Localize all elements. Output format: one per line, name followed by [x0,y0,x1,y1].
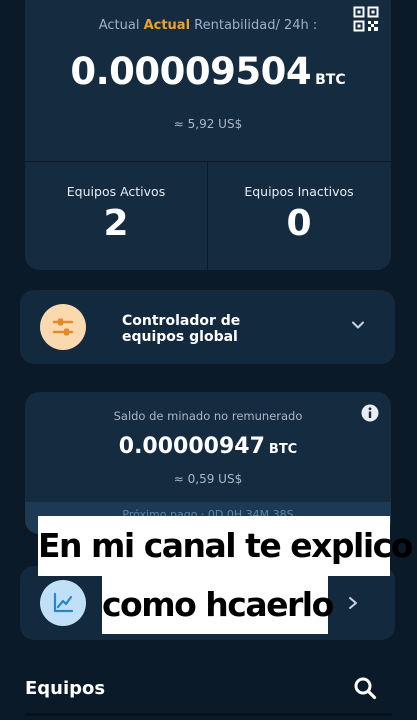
qr-code-icon[interactable] [353,6,379,32]
profitability-prefix: Actual [98,18,144,33]
caption-line-1: En mi canal te explico [38,516,413,576]
btc-unit: BTC [315,72,346,88]
divider [25,713,392,716]
chevron-right-icon[interactable] [347,596,359,610]
chart-line-icon [53,592,74,613]
inactive-devices-label: Equipos Inactivos [244,184,354,199]
divider [25,161,391,162]
balance-card: Actual Actual Rentabilidad/ 24h : 0.0000… [25,0,391,270]
inactive-devices-count: 0 [286,203,312,244]
active-devices-count: 2 [103,203,129,244]
profitability-label: Actual Actual Rentabilidad/ 24h : [25,18,391,33]
mining-balance-row: 0.00000947 BTC [25,434,391,459]
chevron-down-icon[interactable] [351,318,365,332]
controller-label: Controlador de equipos global [122,313,241,345]
usd-equivalent: ≈ 5,92 US$ [173,117,243,131]
mining-balance-label: Saldo de minado no remunerado [113,409,303,423]
caption-line-2: como hcaerlo [102,576,334,634]
btc-balance-value: 0.00009504 [70,50,312,93]
info-icon[interactable] [361,404,379,422]
global-controller-row[interactable]: Controlador de equipos global [20,290,395,364]
chart-icon-badge [40,580,86,626]
controller-icon-badge [40,304,86,350]
mining-balance-unit: BTC [268,442,298,457]
active-devices-stat[interactable]: Equipos Activos 2 [25,184,207,244]
mining-balance-card: Saldo de minado no remunerado 0.00000947… [25,392,391,534]
sliders-icon [52,318,74,336]
profitability-suffix: Rentabilidad/ 24h : [190,18,318,33]
profitability-accent[interactable]: Actual [144,18,190,33]
section-title: Equipos [25,678,106,699]
balance-row: 0.00009504 BTC [25,50,391,93]
mining-usd-equivalent: ≈ 0,59 US$ [173,472,243,486]
search-icon[interactable] [353,676,377,700]
active-devices-label: Equipos Activos [66,184,166,199]
bottom-bar: Equipos [0,660,417,720]
mining-balance-value: 0.00000947 [118,434,265,459]
inactive-devices-stat[interactable]: Equipos Inactivos 0 [208,184,390,244]
